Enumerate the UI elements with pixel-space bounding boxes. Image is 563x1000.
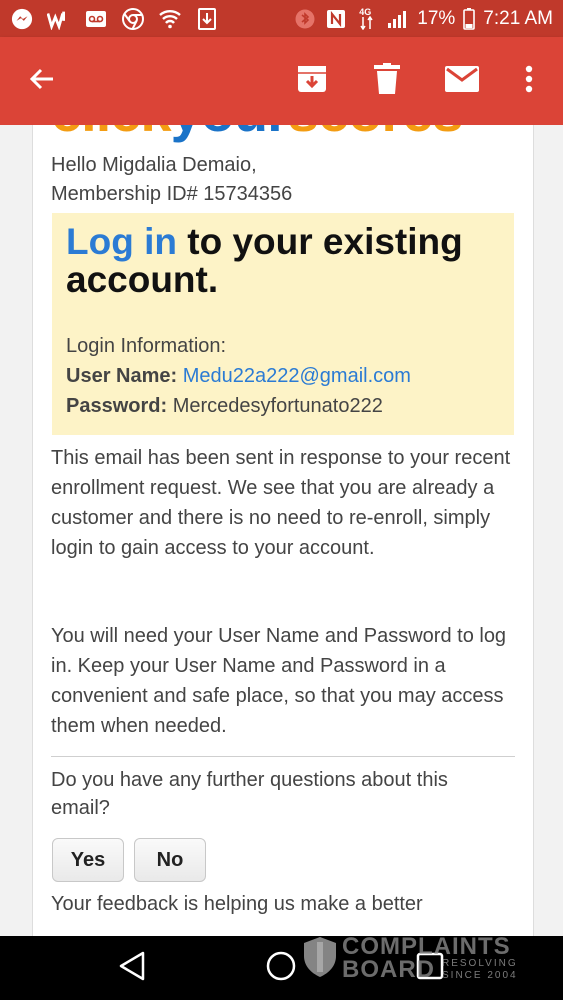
clickyourscores-logo: clickyourscores — [51, 125, 463, 144]
yes-button[interactable]: Yes — [52, 838, 124, 882]
system-status-icons: 4G 17% 7:21 AM — [293, 0, 553, 37]
enrollment-paragraph: This email has been sent in response to … — [51, 447, 511, 559]
membership-id: Membership ID# 15734356 — [51, 183, 293, 205]
messenger-icon — [10, 7, 34, 31]
more-options-button[interactable] — [507, 59, 551, 103]
more-vert-icon — [525, 65, 533, 98]
feedback-question: Do you have any further questions about … — [51, 769, 448, 819]
password-label: Password: — [66, 395, 168, 417]
username-row: User Name: Medu22a222@gmail.com — [66, 361, 411, 391]
archive-button[interactable] — [290, 59, 334, 103]
email-card: clickyourscores Hello Migdalia Demaio, M… — [32, 125, 534, 936]
feedback-text: Your feedback is helping us make a bette… — [51, 893, 423, 915]
home-circle-icon — [266, 951, 296, 986]
chrome-icon — [121, 7, 145, 31]
archive-icon — [296, 63, 328, 100]
greeting: Hello Migdalia Demaio, Membership ID# 15… — [51, 151, 292, 209]
delete-icon — [374, 62, 400, 100]
data-4g-icon: 4G — [355, 7, 379, 31]
password-value: Mercedesyfortunato222 — [172, 395, 383, 417]
username-label: User Name: — [66, 365, 178, 387]
gmail-toolbar — [0, 37, 563, 125]
back-button[interactable] — [20, 59, 64, 103]
divider — [51, 756, 515, 757]
bluetooth-icon — [293, 7, 317, 31]
mark-unread-icon — [445, 65, 479, 97]
nav-back-button[interactable] — [112, 948, 152, 988]
navigation-bar — [0, 936, 563, 1000]
signal-icon — [386, 7, 410, 31]
nav-recents-button[interactable] — [410, 948, 450, 988]
battery-icon — [462, 7, 476, 31]
notification-icons — [10, 0, 219, 37]
login-link[interactable]: Log in — [66, 221, 177, 262]
login-information: Login Information: User Name: Medu22a222… — [66, 331, 411, 421]
delete-button[interactable] — [365, 59, 409, 103]
voicemail-icon — [84, 7, 108, 31]
status-bar: 4G 17% 7:21 AM — [0, 0, 563, 37]
battery-percentage: 17% — [417, 7, 456, 29]
w-app-icon — [47, 7, 71, 31]
greeting-name: Hello Migdalia Demaio, — [51, 154, 257, 176]
mark-unread-button[interactable] — [440, 59, 484, 103]
login-heading: Log in to your existing account. — [66, 223, 506, 299]
nav-home-button[interactable] — [261, 948, 301, 988]
login-info-box: Log in to your existing account. Login I… — [52, 213, 514, 435]
login-info-heading: Login Information: — [66, 335, 227, 357]
download-icon — [195, 7, 219, 31]
nfc-icon — [324, 7, 348, 31]
credentials-paragraph: You will need your User Name and Passwor… — [51, 625, 507, 737]
password-row: Password: Mercedesyfortunato222 — [66, 391, 411, 421]
username-link[interactable]: Medu22a222@gmail.com — [183, 365, 411, 387]
back-arrow-icon — [28, 65, 56, 98]
no-button[interactable]: No — [134, 838, 206, 882]
clock: 7:21 AM — [483, 7, 553, 29]
recents-square-icon — [416, 952, 444, 985]
wifi-icon — [158, 7, 182, 31]
back-triangle-icon — [118, 951, 146, 986]
email-body[interactable]: clickyourscores Hello Migdalia Demaio, M… — [0, 125, 563, 936]
